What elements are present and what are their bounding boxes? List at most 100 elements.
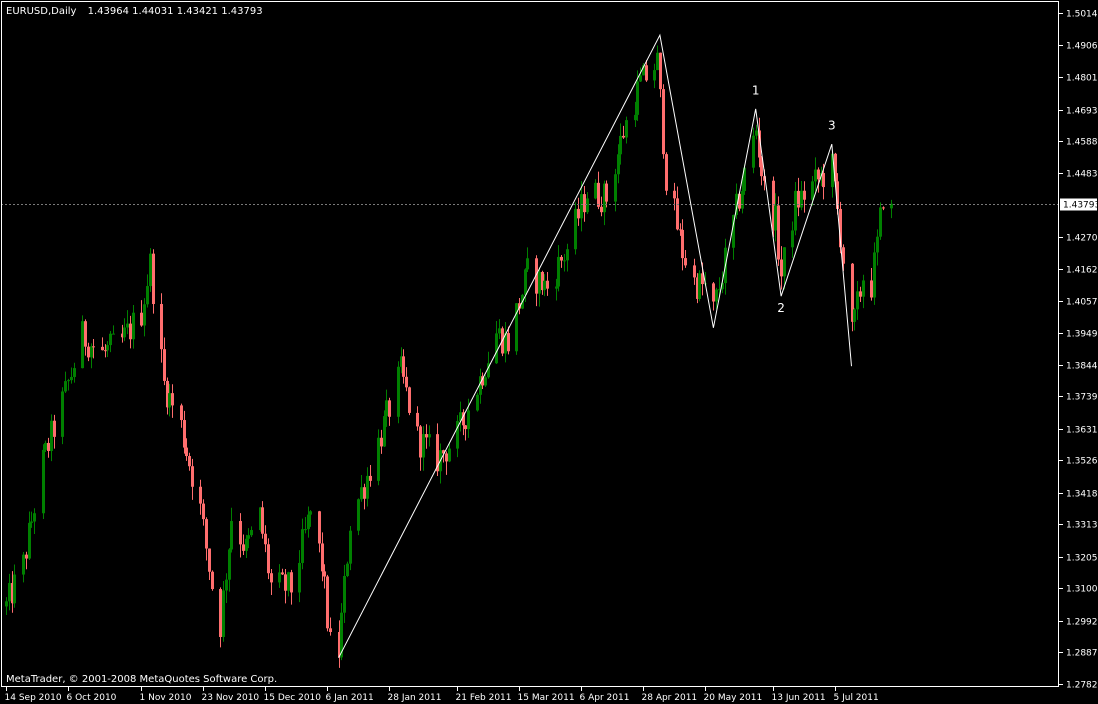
candle-body	[183, 420, 186, 448]
candle-body	[90, 346, 93, 358]
candle-body	[87, 346, 90, 358]
candle-body	[112, 333, 115, 335]
x-tick-label: 20 May 2011	[704, 693, 763, 703]
x-tick-label: 6 Apr 2011	[580, 693, 630, 703]
y-tick-label: 1.31000	[1066, 585, 1098, 595]
candle-body	[659, 52, 662, 90]
y-tick-label: 1.32050	[1066, 554, 1098, 564]
candle-body	[752, 135, 755, 168]
candle-body	[152, 253, 155, 305]
candle-body	[343, 575, 346, 613]
candle-body	[208, 548, 211, 572]
candle-body	[8, 583, 11, 602]
candle-body	[81, 321, 84, 369]
ohlc-values: 1.43964 1.44031 1.43421 1.43793	[88, 6, 263, 17]
candle-body	[304, 529, 307, 531]
candle-body	[290, 572, 293, 593]
candle-body	[168, 393, 171, 408]
candle-body	[780, 259, 783, 277]
candle-body	[484, 377, 487, 386]
candle-body	[202, 503, 205, 520]
candle-body	[366, 475, 369, 499]
y-tick-label: 1.38440	[1066, 362, 1098, 372]
candle-body	[476, 394, 479, 411]
candle-body	[617, 154, 620, 175]
candle-body	[557, 256, 560, 287]
candle-body	[639, 75, 642, 82]
wave-label: 3	[828, 119, 836, 133]
candle-body	[577, 208, 580, 219]
candle-body	[859, 291, 862, 297]
candle-body	[600, 206, 603, 213]
candle-body	[580, 194, 583, 219]
candle-body	[67, 380, 70, 382]
candle-body	[566, 249, 569, 261]
candle-body	[870, 280, 873, 298]
y-tick-label: 1.34180	[1066, 490, 1098, 500]
candle-body	[13, 574, 16, 604]
candle-body	[326, 576, 329, 629]
candle-body	[129, 323, 132, 340]
candle-body	[507, 333, 510, 352]
candle-body	[814, 169, 817, 182]
candle-body	[774, 205, 777, 231]
candle-body	[662, 89, 665, 155]
candle-body	[132, 312, 135, 340]
candle-body	[92, 346, 95, 348]
candle-body	[323, 571, 326, 577]
y-tick-label: 1.29920	[1066, 618, 1098, 628]
current-price-tag-label: 1.43793	[1063, 201, 1098, 211]
candle-body	[634, 114, 637, 121]
candle-body	[712, 283, 715, 302]
candle-body	[230, 521, 233, 550]
candle-body	[405, 376, 408, 388]
candle-body	[495, 333, 498, 364]
candle-body	[191, 466, 194, 487]
candle-body	[428, 434, 431, 438]
candle-body	[250, 530, 253, 536]
candle-body	[25, 554, 28, 559]
x-tick-label: 28 Apr 2011	[642, 693, 698, 703]
candle-body	[614, 174, 617, 202]
y-tick-label: 1.35260	[1066, 457, 1098, 467]
candle-body	[126, 323, 129, 328]
candle-body	[309, 511, 312, 515]
candle-body	[681, 229, 684, 259]
candle-body	[47, 442, 50, 451]
candle-body	[791, 230, 794, 248]
candle-body	[106, 345, 109, 351]
y-tick-label: 1.42700	[1066, 234, 1098, 244]
candle-body	[318, 511, 321, 544]
candle-body	[636, 81, 639, 115]
candle-body	[264, 533, 267, 545]
chart-header: EURUSD,Daily 1.43964 1.44031 1.43421 1.4…	[6, 6, 263, 17]
y-tick-label: 1.36310	[1066, 426, 1098, 436]
candle-body	[349, 530, 352, 564]
x-tick-label: 15 Mar 2011	[518, 693, 575, 703]
candle-body	[546, 280, 549, 289]
candle-body	[698, 273, 701, 299]
candle-body	[583, 194, 586, 213]
candle-body	[267, 544, 270, 574]
candle-body	[143, 304, 146, 326]
candle-body	[882, 207, 885, 209]
candle-body	[185, 447, 188, 457]
candle-body	[402, 356, 405, 377]
candle-body	[676, 198, 679, 230]
candle-body	[811, 181, 814, 200]
candle-body	[219, 589, 222, 637]
candle-body	[416, 412, 419, 427]
candle-body	[171, 393, 174, 406]
candle-body	[777, 205, 780, 260]
x-tick-label: 14 Sep 2010	[5, 693, 62, 703]
candle-body	[101, 346, 104, 351]
candle-body	[665, 154, 668, 191]
candle-body	[70, 376, 73, 381]
candle-body	[543, 280, 546, 291]
candle-body	[684, 258, 687, 266]
y-tick-label: 1.41620	[1066, 266, 1098, 276]
candle-body	[163, 349, 166, 381]
x-tick-label: 5 Jul 2011	[834, 693, 879, 703]
candle-body	[377, 437, 380, 481]
candle-body	[160, 304, 163, 350]
